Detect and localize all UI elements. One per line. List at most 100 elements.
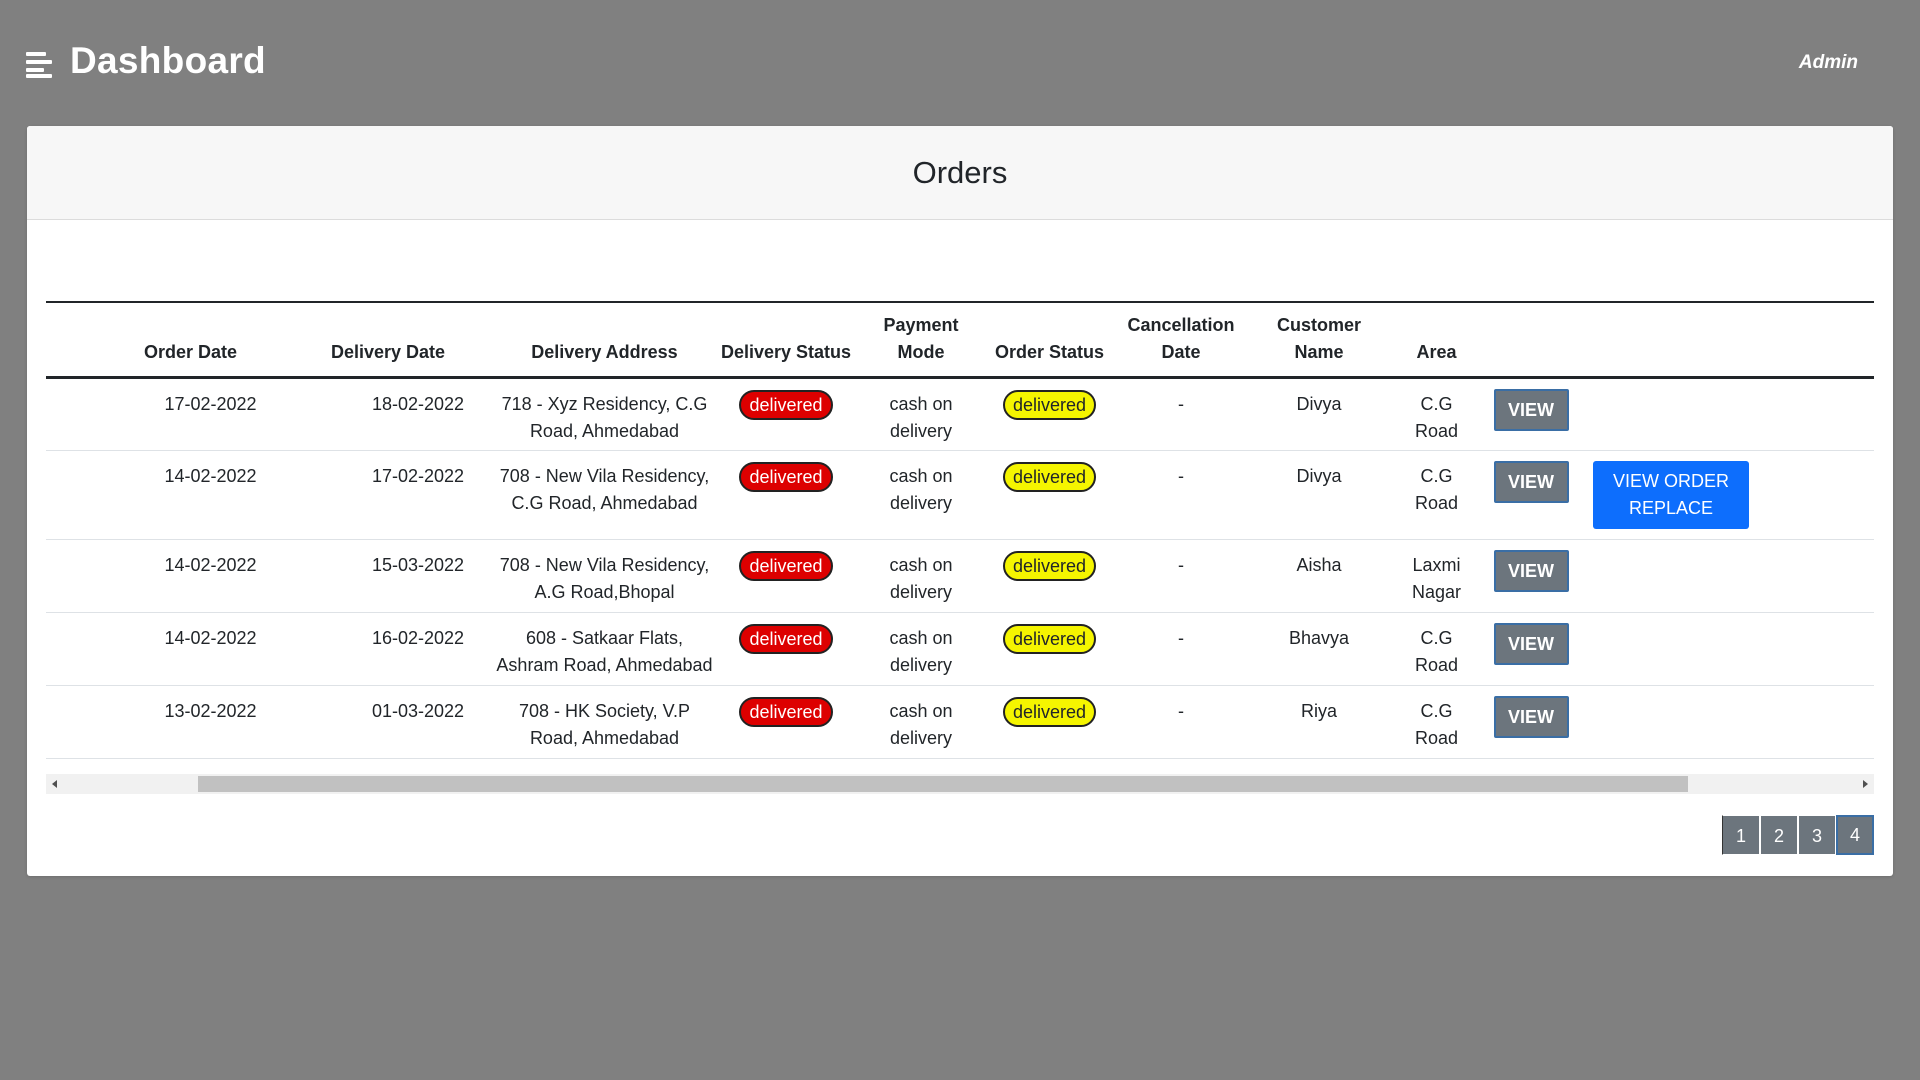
- row-spacer-cell: [46, 685, 98, 758]
- hamburger-menu-icon[interactable]: [26, 52, 52, 78]
- area-cell: C.G Road: [1414, 627, 1459, 675]
- order-date-cell: 14-02-2022: [164, 627, 257, 648]
- delivery-status-cell: delivered: [716, 450, 856, 539]
- view-cell: VIEW: [1484, 377, 1578, 450]
- table-row: 14-02-2022 17-02-2022 708 - New Vila Resid…: [46, 450, 1874, 539]
- order-date-cell: 17-02-2022: [164, 393, 257, 414]
- view-order-button[interactable]: VIEW: [1493, 622, 1569, 665]
- row-spacer-cell: [46, 612, 98, 685]
- column-header-customer-name: Customer Name: [1276, 314, 1361, 362]
- card-header: Orders: [27, 126, 1893, 220]
- page-button-1[interactable]: 1: [1722, 815, 1760, 855]
- column-header-delivery-status: Delivery Status: [720, 341, 852, 362]
- delivery-date-cell: 18-02-2022: [371, 393, 465, 414]
- orders-table-container: Order Date Delivery Date Delivery Address D…: [46, 301, 1874, 795]
- customer-name-cell: Aisha: [1296, 554, 1342, 575]
- scrollbar-thumb[interactable]: [198, 776, 1688, 792]
- delivery-status-badge: delivered: [739, 461, 833, 492]
- order-status-cell: delivered: [986, 685, 1113, 758]
- delivery-date-cell: 16-02-2022: [371, 627, 465, 648]
- table-row: 14-02-2022 16-02-2022 608 - Satkaar Flats,…: [46, 612, 1874, 685]
- replace-cell: [1578, 377, 1874, 450]
- column-header-delivery-address: Delivery Address: [531, 341, 678, 362]
- view-cell: VIEW: [1484, 685, 1578, 758]
- row-spacer-cell: [46, 539, 98, 612]
- scroll-left-arrow-icon[interactable]: [46, 774, 66, 794]
- order-status-cell: delivered: [986, 612, 1113, 685]
- delivery-address-cell: 718 - Xyz Residency, C.G Road, Ahmedabad: [501, 393, 708, 441]
- customer-name-cell: Divya: [1296, 465, 1342, 486]
- page-button-2[interactable]: 2: [1760, 815, 1798, 855]
- table-row: 17-02-2022 18-02-2022 718 - Xyz Residency,…: [46, 377, 1874, 450]
- delivery-date-cell: 17-02-2022: [371, 465, 465, 486]
- delivery-status-badge: delivered: [739, 696, 833, 727]
- order-status-cell: delivered: [986, 539, 1113, 612]
- delivery-status-badge: delivered: [739, 623, 833, 654]
- order-status-badge: delivered: [1002, 550, 1097, 581]
- table-header-row: Order Date Delivery Date Delivery Address D…: [46, 302, 1874, 377]
- delivery-status-badge: delivered: [739, 550, 833, 581]
- payment-mode-cell: cash on delivery: [889, 554, 953, 602]
- view-order-replace-button[interactable]: VIEW ORDER REPLACE: [1593, 460, 1749, 529]
- replace-cell: VIEW ORDER REPLACE: [1578, 450, 1874, 539]
- delivery-status-cell: delivered: [716, 685, 856, 758]
- order-status-cell: delivered: [986, 377, 1113, 450]
- delivery-address-cell: 708 - HK Society, V.P Road, Ahmedabad: [518, 700, 691, 748]
- delivery-address-cell: 608 - Satkaar Flats, Ashram Road, Ahmeda…: [496, 627, 713, 675]
- replace-cell: [1578, 539, 1874, 612]
- customer-name-cell: Divya: [1296, 393, 1342, 414]
- view-order-button[interactable]: VIEW: [1493, 695, 1569, 738]
- table-row: 13-02-2022 01-03-2022 708 - HK Society, V.…: [46, 685, 1874, 758]
- page-button-4[interactable]: 4: [1836, 815, 1874, 855]
- delivery-status-cell: delivered: [716, 539, 856, 612]
- orders-table: Order Date Delivery Date Delivery Address D…: [46, 301, 1874, 759]
- delivery-status-badge: delivered: [739, 389, 833, 420]
- page-button-3[interactable]: 3: [1798, 815, 1836, 855]
- payment-mode-cell: cash on delivery: [889, 393, 953, 441]
- cancellation-date-cell: -: [1178, 700, 1184, 721]
- pagination: 1234: [1722, 815, 1874, 855]
- order-date-cell: 14-02-2022: [164, 465, 257, 486]
- order-status-badge: delivered: [1002, 696, 1097, 727]
- admin-user-label[interactable]: Admin: [1799, 52, 1858, 74]
- replace-cell: [1578, 685, 1874, 758]
- delivery-address-cell: 708 - New Vila Residency, C.G Road, Ahme…: [499, 465, 710, 513]
- orders-card: Orders Order Date Delivery Date Delivery A…: [27, 126, 1893, 876]
- payment-mode-cell: cash on delivery: [889, 627, 953, 675]
- column-header-order-status: Order Status: [994, 341, 1105, 362]
- customer-name-cell: Bhavya: [1288, 627, 1350, 648]
- delivery-date-cell: 15-03-2022: [371, 554, 465, 575]
- column-header-area: Area: [1416, 341, 1457, 362]
- view-order-button[interactable]: VIEW: [1493, 549, 1569, 592]
- column-header-order-date: Order Date: [143, 341, 238, 362]
- row-spacer-cell: [46, 377, 98, 450]
- view-cell: VIEW: [1484, 612, 1578, 685]
- area-cell: C.G Road: [1414, 700, 1459, 748]
- area-cell: Laxmi Nagar: [1411, 554, 1462, 602]
- delivery-date-cell: 01-03-2022: [371, 700, 465, 721]
- cancellation-date-cell: -: [1178, 554, 1184, 575]
- column-header-view: [1484, 302, 1578, 377]
- area-cell: C.G Road: [1414, 393, 1459, 441]
- table-row: 14-02-2022 15-03-2022 708 - New Vila Resid…: [46, 539, 1874, 612]
- payment-mode-cell: cash on delivery: [889, 465, 953, 513]
- row-spacer-cell: [46, 450, 98, 539]
- column-header-delivery-date: Delivery Date: [330, 341, 446, 362]
- horizontal-scrollbar[interactable]: [46, 774, 1874, 794]
- page-title: Dashboard: [70, 40, 266, 81]
- view-cell: VIEW: [1484, 450, 1578, 539]
- view-order-button[interactable]: VIEW: [1493, 460, 1569, 503]
- delivery-status-cell: delivered: [716, 377, 856, 450]
- order-status-cell: delivered: [986, 450, 1113, 539]
- customer-name-cell: Riya: [1300, 700, 1337, 721]
- table-body: 17-02-2022 18-02-2022 718 - Xyz Residency,…: [46, 377, 1874, 758]
- order-status-badge: delivered: [1002, 623, 1097, 654]
- area-cell: C.G Road: [1414, 465, 1459, 513]
- column-header-blank: [46, 302, 98, 377]
- order-status-badge: delivered: [1002, 461, 1097, 492]
- order-status-badge: delivered: [1002, 389, 1097, 420]
- delivery-status-cell: delivered: [716, 612, 856, 685]
- scroll-right-arrow-icon[interactable]: [1854, 774, 1874, 794]
- view-order-button[interactable]: VIEW: [1493, 388, 1569, 431]
- top-bar: Dashboard Admin: [0, 0, 1920, 126]
